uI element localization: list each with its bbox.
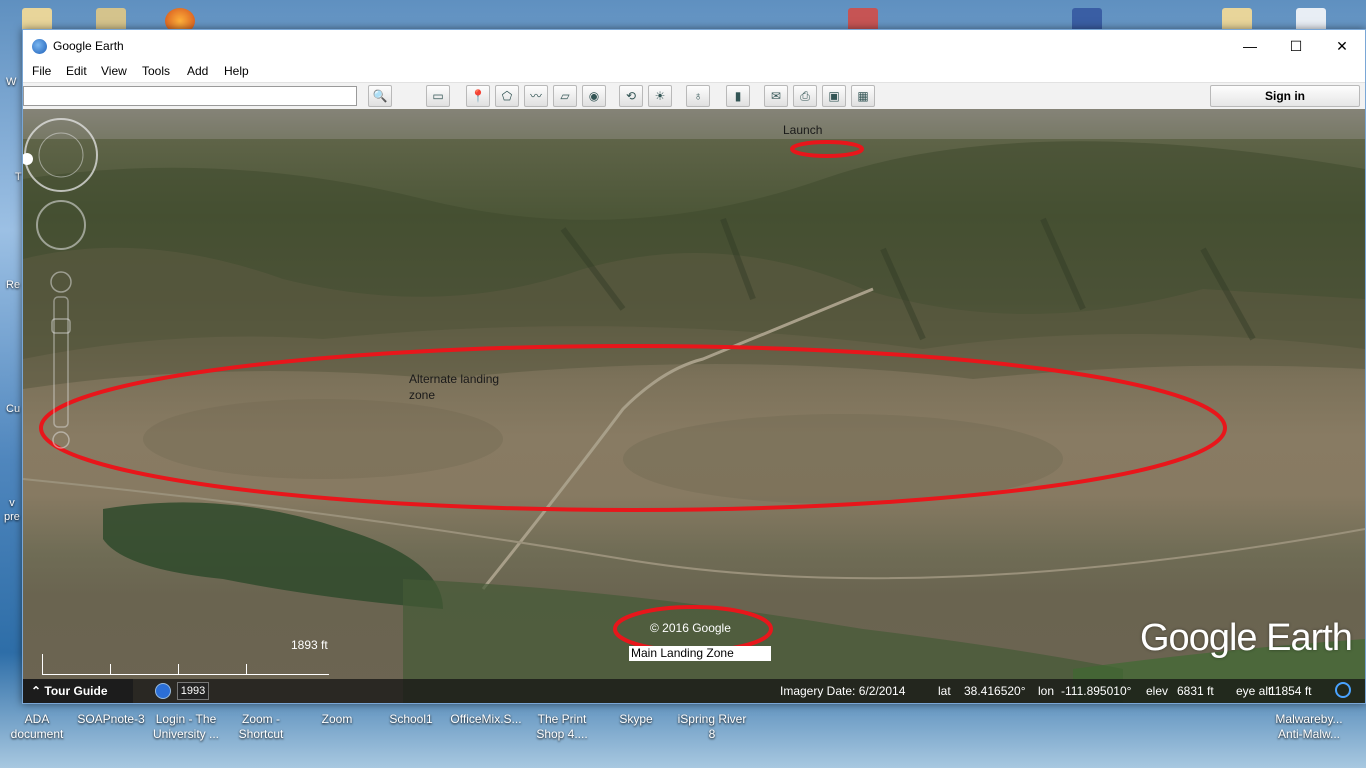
scale-bar [42,654,329,675]
image-overlay-icon[interactable]: ▱ [553,85,577,107]
historical-imagery-clock-icon[interactable] [155,683,171,699]
elev-value: 6831 ft [1177,684,1214,698]
placemark-icon[interactable]: 📍 [466,85,490,107]
tree-strip [103,502,443,609]
scale-label: 1893 ft [291,638,328,652]
desktop-edge-label[interactable]: T [15,170,22,185]
desktop-icon-school1[interactable]: School1 [374,712,448,727]
terrain-layer [23,109,1365,703]
desktop-edge-label[interactable]: Cu [6,402,20,417]
tour-guide-label: Tour Guide [44,684,108,698]
sunlight-icon[interactable]: ☀ [648,85,672,107]
launch-label: Launch [783,123,823,137]
email-icon[interactable]: ✉ [764,85,788,107]
desktop-icon-print-shop[interactable]: The Print Shop 4.... [525,712,599,742]
copyright-text: © 2016 Google [650,621,731,635]
search-icon[interactable]: 🔍 [368,85,392,107]
zoom-in-icon [50,271,72,293]
title-bar[interactable]: Google Earth — ☐ ✕ [23,30,1365,62]
menu-tools[interactable]: Tools [142,64,170,78]
status-bar: ⌃ Tour Guide 1993 Imagery Date: 6/2/2014… [23,679,1365,703]
north-indicator-icon [23,153,33,165]
path-icon[interactable]: 〰 [524,85,548,107]
historical-imagery-icon[interactable]: ⟲ [619,85,643,107]
desktop-icon-skype[interactable]: Skype [599,712,673,727]
sidebar-icon[interactable]: ▭ [426,85,450,107]
menu-add[interactable]: Add [187,64,208,78]
scale-tick [110,664,111,674]
menu-view[interactable]: View [101,64,127,78]
scale-tick [246,664,247,674]
google-earth-app-icon [32,39,47,54]
google-earth-logo: Google Earth [1140,617,1353,659]
look-joystick [24,118,98,192]
elev-label: elev [1146,684,1169,698]
record-tour-icon[interactable]: ◉ [582,85,606,107]
eye-alt-label: eye alt [1236,684,1272,698]
streaming-icon [1335,682,1351,698]
lat-label: lat [938,684,951,698]
polygon-icon[interactable]: ⬠ [495,85,519,107]
plain-patch [623,414,1063,504]
maximize-button[interactable]: ☐ [1273,30,1319,62]
scale-tick [178,664,179,674]
imagery-date: Imagery Date: 6/2/2014 [780,684,906,698]
desktop-icon-soapnote[interactable]: SOAPnote-3 [74,712,148,727]
google-earth-window: Google Earth — ☐ ✕ File Edit View Tools … [22,29,1366,704]
menu-bar: File Edit View Tools Add Help [23,62,1365,82]
desktop-icon-zoom[interactable]: Zoom [300,712,374,727]
navigation-controls[interactable] [23,115,103,455]
desktop-icon-malwarebytes[interactable]: Malwareby... Anti-Malw... [1272,712,1346,742]
desktop-edge-label[interactable]: W [6,75,16,90]
map-view[interactable]: Launch Alternate landing zone © 2016 Goo… [23,109,1365,703]
zoom-out-icon [52,431,70,449]
save-image-icon[interactable]: ▣ [822,85,846,107]
menu-help[interactable]: Help [224,64,249,78]
plain-patch [143,399,503,479]
window-title: Google Earth [53,39,124,53]
desktop-icon-login[interactable]: Login - The University ... [149,712,223,742]
launch-circle [790,140,864,158]
minimize-button[interactable]: — [1227,30,1273,62]
zoom-slider [53,296,69,428]
desktop-edge-label[interactable]: v pre [4,496,20,524]
main-landing-label: Main Landing Zone [629,646,771,661]
view-in-maps-icon[interactable]: ▦ [851,85,875,107]
desktop-edge-label[interactable]: Re [6,278,20,293]
horizon-haze [23,109,1365,139]
desktop-icon-zoom-shortcut[interactable]: Zoom - Shortcut [224,712,298,742]
tour-guide-button[interactable]: ⌃ Tour Guide [23,679,133,703]
lon-label: lon [1038,684,1055,698]
menu-edit[interactable]: Edit [66,64,87,78]
eye-alt-value: 11854 ft [1269,684,1312,698]
desktop-icon-ispring[interactable]: iSpring River 8 [675,712,749,742]
lat-value: 38.416520° [964,684,1026,698]
close-button[interactable]: ✕ [1319,30,1365,62]
planets-icon[interactable]: ♁ [686,85,710,107]
alternate-landing-label: Alternate landing zone [409,372,500,402]
imagery-year-button[interactable]: 1993 [177,682,209,700]
lon-value: -111.895010° [1061,684,1132,698]
menu-file[interactable]: File [32,64,51,78]
search-input[interactable] [23,86,357,106]
move-joystick [36,200,86,250]
desktop-icon-officemix[interactable]: OfficeMix.S... [449,712,523,727]
ruler-icon[interactable]: ▮ [726,85,750,107]
sign-in-button[interactable]: Sign in [1210,85,1360,107]
toolbar: 🔍 ▭ 📍 ⬠ 〰 ▱ ◉ ⟲ ☀ ♁ ▮ ✉ ⎙ ▣ ▦ Sign in [23,82,1365,110]
desktop-icon-ada[interactable]: ADA document [0,712,74,742]
print-icon[interactable]: ⎙ [793,85,817,107]
